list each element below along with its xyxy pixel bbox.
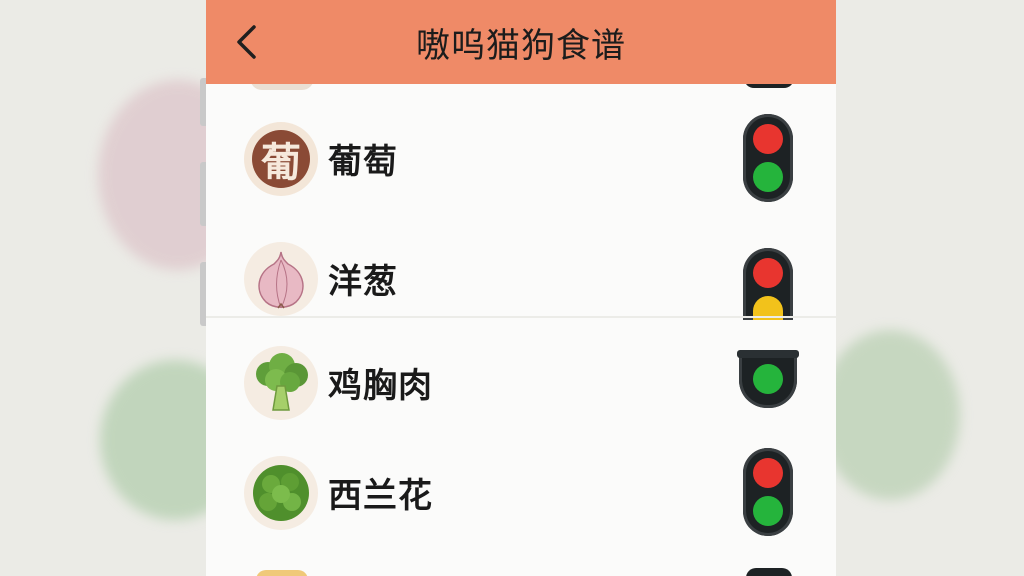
grape-glyph: 葡 [261, 140, 301, 186]
background-broccoli-blur-right [820, 330, 960, 500]
food-name: 洋葱 [328, 262, 398, 303]
list-item[interactable]: 西兰花 [206, 440, 836, 550]
broccoli-icon [244, 346, 318, 420]
phone-screen: 葡 葡萄 洋葱 鸡胸肉 西兰花 嗷呜猫狗食谱 [206, 0, 836, 576]
light-visor [737, 350, 799, 358]
green-lamp [753, 364, 783, 394]
traffic-light-icon [737, 350, 799, 408]
food-name: 鸡胸肉 [328, 366, 433, 407]
red-lamp [753, 458, 783, 488]
green-lamp [753, 162, 783, 192]
section-divider [206, 316, 836, 318]
onion-icon [244, 242, 318, 316]
list-item[interactable]: 洋葱 [206, 230, 836, 320]
traffic-light-icon [743, 248, 793, 320]
grape-text-icon: 葡 [244, 122, 318, 196]
food-name: 西兰花 [328, 476, 433, 517]
page-title: 嗷呜猫狗食谱 [416, 25, 626, 66]
green-vegetable-icon [244, 456, 318, 530]
chevron-left-icon [237, 25, 256, 59]
next-item-partial [256, 570, 308, 576]
list-item[interactable]: 鸡胸肉 [206, 330, 836, 440]
next-item-light-partial [746, 568, 792, 576]
traffic-light-icon [743, 114, 793, 202]
list-item[interactable]: 葡 葡萄 [206, 100, 836, 220]
food-name: 葡萄 [328, 142, 398, 183]
red-lamp [753, 258, 783, 288]
app-header: 嗷呜猫狗食谱 [206, 0, 836, 84]
traffic-light-icon [743, 448, 793, 536]
back-button[interactable] [224, 18, 268, 66]
green-lamp [753, 496, 783, 526]
red-lamp [753, 124, 783, 154]
